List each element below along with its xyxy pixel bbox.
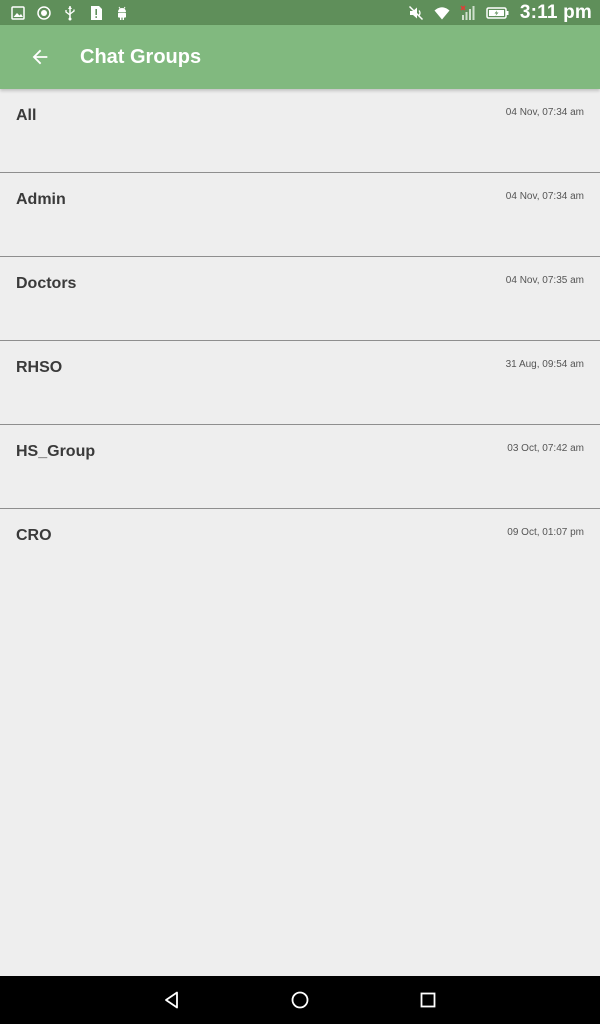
nav-recents-icon — [420, 992, 436, 1008]
alert-icon — [88, 5, 104, 21]
location-icon — [36, 5, 52, 21]
list-item[interactable]: All 04 Nov, 07:34 am — [0, 89, 600, 173]
group-name: CRO — [16, 527, 52, 544]
list-item[interactable]: Doctors 04 Nov, 07:35 am — [0, 257, 600, 341]
group-name: All — [16, 107, 37, 124]
group-name: RHSO — [16, 359, 63, 376]
group-name: Doctors — [16, 275, 77, 292]
group-name: Admin — [16, 191, 66, 208]
group-timestamp: 04 Nov, 07:34 am — [505, 191, 584, 202]
status-left-icons — [10, 5, 130, 21]
list-item[interactable]: RHSO 31 Aug, 09:54 am — [0, 341, 600, 425]
group-name: HS_Group — [16, 443, 96, 460]
status-right-icons: 3:11 pm — [408, 2, 592, 24]
group-timestamp: 03 Oct, 07:42 am — [507, 443, 584, 454]
system-nav-bar — [0, 976, 600, 1024]
status-bar: 3:11 pm — [0, 0, 600, 25]
chat-group-list: All 04 Nov, 07:34 am Admin 04 Nov, 07:34… — [0, 89, 600, 593]
list-item[interactable]: CRO 09 Oct, 01:07 pm — [0, 509, 600, 593]
nav-home-icon — [291, 991, 309, 1009]
arrow-back-icon — [32, 49, 48, 65]
group-timestamp: 31 Aug, 09:54 am — [505, 359, 584, 370]
status-time: 3:11 pm — [519, 1, 592, 23]
android-icon — [114, 5, 130, 21]
wifi-icon — [434, 5, 450, 21]
back-button[interactable] — [12, 29, 68, 85]
page-title: Chat Groups — [80, 45, 202, 68]
battery-charging-icon — [486, 5, 510, 21]
signal-icon — [460, 5, 476, 21]
nav-home-button[interactable] — [280, 980, 320, 1020]
nav-back-icon — [165, 991, 178, 1009]
list-item[interactable]: HS_Group 03 Oct, 07:42 am — [0, 425, 600, 509]
nav-recents-button[interactable] — [408, 980, 448, 1020]
group-timestamp: 09 Oct, 01:07 pm — [507, 527, 584, 538]
image-icon — [10, 5, 26, 21]
nav-back-button[interactable] — [152, 980, 192, 1020]
list-item[interactable]: Admin 04 Nov, 07:34 am — [0, 173, 600, 257]
app-bar: Chat Groups — [0, 25, 600, 89]
mute-icon — [408, 5, 424, 21]
group-timestamp: 04 Nov, 07:35 am — [505, 275, 584, 286]
group-timestamp: 04 Nov, 07:34 am — [505, 107, 584, 118]
usb-icon — [62, 5, 78, 21]
